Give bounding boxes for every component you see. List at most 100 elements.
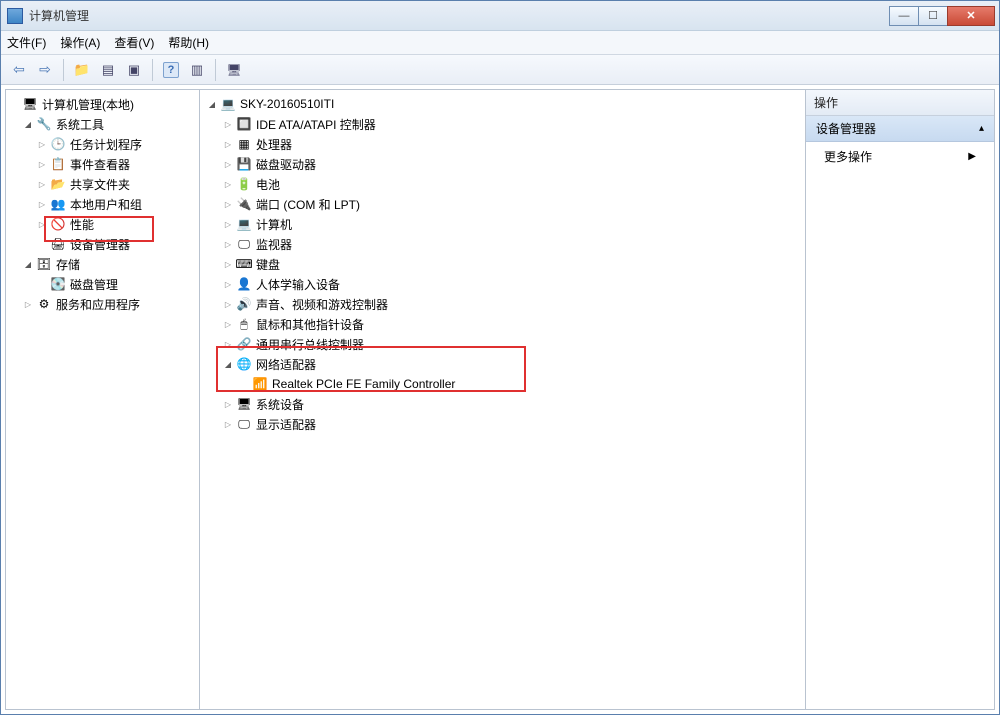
dev-keyboard[interactable]: 键盘 <box>202 254 803 274</box>
chevron-right-icon: ▶ <box>968 151 976 162</box>
scan-hardware-button[interactable] <box>222 58 246 82</box>
network-icon <box>236 356 252 372</box>
maximize-button[interactable]: ☐ <box>918 6 948 26</box>
sound-icon <box>236 296 252 312</box>
actions-section[interactable]: 设备管理器 ▴ <box>806 116 994 142</box>
tree-root[interactable]: 计算机管理(本地) <box>8 94 197 114</box>
tree-label: 通用串行总线控制器 <box>256 336 364 353</box>
dev-display-adapters[interactable]: 显示适配器 <box>202 414 803 434</box>
tree-label: 共享文件夹 <box>70 176 130 193</box>
disk-icon <box>50 276 66 292</box>
tree-services-apps[interactable]: 服务和应用程序 <box>8 294 197 314</box>
tree-label: 鼠标和其他指针设备 <box>256 316 364 333</box>
expander-icon[interactable] <box>222 359 234 370</box>
tree-label: 系统工具 <box>56 116 104 133</box>
actions-header: 操作 <box>806 90 994 116</box>
tree-label: 端口 (COM 和 LPT) <box>256 196 360 213</box>
dev-system-devices[interactable]: 系统设备 <box>202 394 803 414</box>
expander-icon[interactable] <box>36 179 48 190</box>
expander-icon[interactable] <box>222 199 234 210</box>
expander-icon[interactable] <box>222 399 234 410</box>
view-button[interactable] <box>185 58 209 82</box>
tree-event-viewer[interactable]: 事件查看器 <box>8 154 197 174</box>
clock-icon <box>50 136 66 152</box>
expander-icon[interactable] <box>36 159 48 170</box>
menu-action[interactable]: 操作(A) <box>60 34 100 51</box>
tree-device-manager[interactable]: 设备管理器 <box>8 234 197 254</box>
actions-more[interactable]: 更多操作 ▶ <box>806 142 994 171</box>
device-pc-root[interactable]: SKY-20160510ITI <box>202 94 803 114</box>
tree-label: 监视器 <box>256 236 292 253</box>
performance-icon <box>50 216 66 232</box>
expander-icon[interactable] <box>222 299 234 310</box>
tree-system-tools[interactable]: 系统工具 <box>8 114 197 134</box>
tree-storage[interactable]: 存储 <box>8 254 197 274</box>
tree-label: 处理器 <box>256 136 292 153</box>
expander-icon[interactable] <box>222 239 234 250</box>
tree-label: 服务和应用程序 <box>56 296 140 313</box>
expander-icon[interactable] <box>222 179 234 190</box>
tree-label: 磁盘驱动器 <box>256 156 316 173</box>
tree-label: 声音、视频和游戏控制器 <box>256 296 388 313</box>
expander-icon[interactable] <box>222 159 234 170</box>
dev-battery[interactable]: 电池 <box>202 174 803 194</box>
dev-diskdrive[interactable]: 磁盘驱动器 <box>202 154 803 174</box>
tree-label: 键盘 <box>256 256 280 273</box>
pc-icon <box>220 96 236 112</box>
expander-icon[interactable] <box>222 339 234 350</box>
expander-icon[interactable] <box>22 119 34 130</box>
title-bar: 计算机管理 — ☐ ✕ <box>1 1 999 31</box>
tree-performance[interactable]: 性能 <box>8 214 197 234</box>
dev-cpu[interactable]: 处理器 <box>202 134 803 154</box>
tree-shared-folders[interactable]: 共享文件夹 <box>8 174 197 194</box>
menu-file[interactable]: 文件(F) <box>7 34 46 51</box>
dev-monitor[interactable]: 监视器 <box>202 234 803 254</box>
tree-local-users[interactable]: 本地用户和组 <box>8 194 197 214</box>
dev-hid[interactable]: 人体学输入设备 <box>202 274 803 294</box>
tree-label: 存储 <box>56 256 80 273</box>
expander-icon[interactable] <box>22 299 34 310</box>
help-button[interactable] <box>159 58 183 82</box>
middle-pane: SKY-20160510ITI IDE ATA/ATAPI 控制器 处理器 磁盘… <box>199 89 806 710</box>
hdd-icon <box>236 156 252 172</box>
close-button[interactable]: ✕ <box>947 6 995 26</box>
event-icon <box>50 156 66 172</box>
dev-mouse[interactable]: 鼠标和其他指针设备 <box>202 314 803 334</box>
dev-computer[interactable]: 计算机 <box>202 214 803 234</box>
properties-button[interactable] <box>96 58 120 82</box>
dev-network-card[interactable]: Realtek PCIe FE Family Controller <box>202 374 803 394</box>
expander-icon[interactable] <box>22 259 34 270</box>
expander-icon[interactable] <box>222 279 234 290</box>
expander-icon[interactable] <box>206 99 218 110</box>
dev-ide[interactable]: IDE ATA/ATAPI 控制器 <box>202 114 803 134</box>
right-pane: 操作 设备管理器 ▴ 更多操作 ▶ <box>805 89 995 710</box>
dev-usb[interactable]: 通用串行总线控制器 <box>202 334 803 354</box>
expander-icon[interactable] <box>222 259 234 270</box>
expander-icon[interactable] <box>222 319 234 330</box>
forward-button[interactable] <box>33 58 57 82</box>
expander-icon[interactable] <box>36 219 48 230</box>
dev-sound[interactable]: 声音、视频和游戏控制器 <box>202 294 803 314</box>
dev-ports[interactable]: 端口 (COM 和 LPT) <box>202 194 803 214</box>
minimize-button[interactable]: — <box>889 6 919 26</box>
tree-label: 事件查看器 <box>70 156 130 173</box>
toolbar-separator <box>152 59 153 81</box>
tree-disk-mgmt[interactable]: 磁盘管理 <box>8 274 197 294</box>
tree-label: 本地用户和组 <box>70 196 142 213</box>
expander-icon[interactable] <box>36 139 48 150</box>
refresh-button[interactable] <box>122 58 146 82</box>
expander-icon[interactable] <box>222 219 234 230</box>
dev-network-adapters[interactable]: 网络适配器 <box>202 354 803 374</box>
menu-help[interactable]: 帮助(H) <box>168 34 209 51</box>
tree-task-scheduler[interactable]: 任务计划程序 <box>8 134 197 154</box>
up-button[interactable] <box>70 58 94 82</box>
left-tree: 计算机管理(本地) 系统工具 任务计划程序 事件查看器 共享文件夹 <box>6 90 199 318</box>
expander-icon[interactable] <box>222 139 234 150</box>
menu-view[interactable]: 查看(V) <box>114 34 154 51</box>
tools-icon <box>36 116 52 132</box>
back-button[interactable] <box>7 58 31 82</box>
tree-label: 计算机 <box>256 216 292 233</box>
expander-icon[interactable] <box>222 119 234 130</box>
expander-icon[interactable] <box>222 419 234 430</box>
expander-icon[interactable] <box>36 199 48 210</box>
